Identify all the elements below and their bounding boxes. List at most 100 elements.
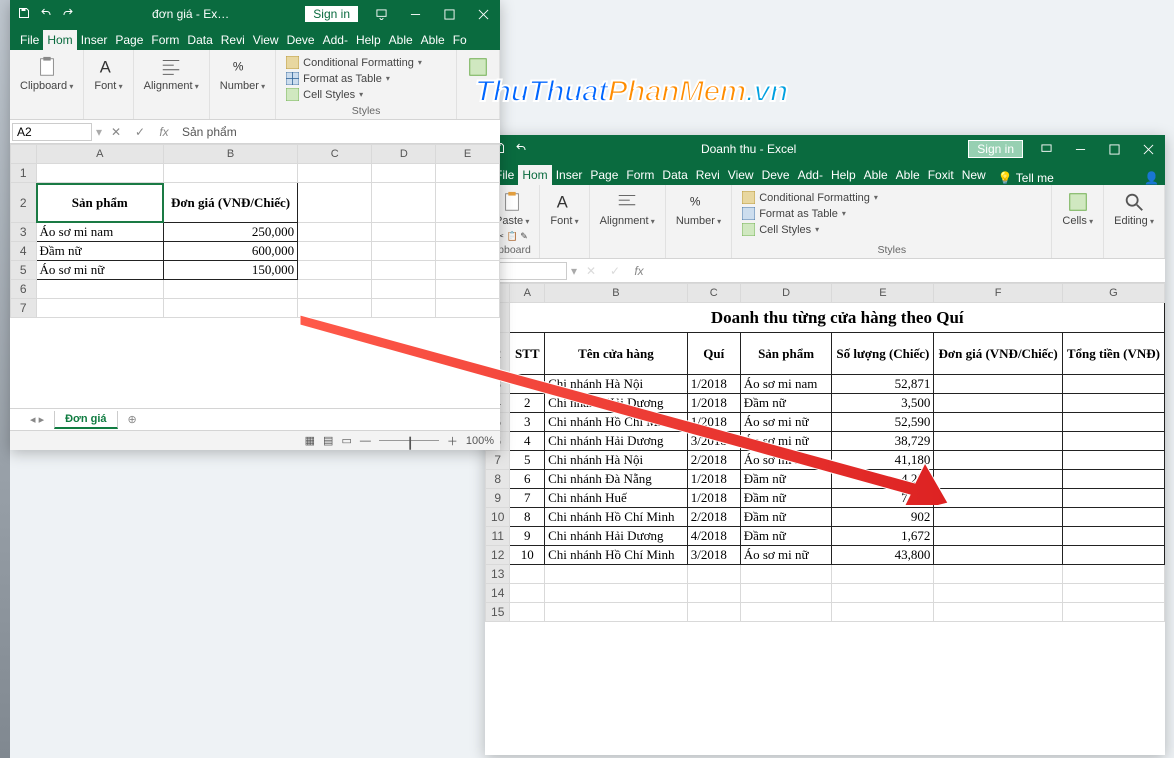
tab-inser[interactable]: Inser (77, 30, 112, 50)
sheet-tabs: ◂ ▸ Đơn giá ⊕ (10, 408, 500, 430)
tab-new[interactable]: New (958, 165, 990, 185)
ribbon-tabs: FileHomInserPageFormDataReviViewDeveAdd-… (10, 28, 500, 50)
tab-hom[interactable]: Hom (43, 30, 76, 50)
tab-fo[interactable]: Fo (449, 30, 471, 50)
col-header[interactable]: G (1062, 284, 1164, 303)
fx-icon[interactable]: fx (152, 122, 176, 142)
tab-revi[interactable]: Revi (692, 165, 724, 185)
minimize-icon[interactable] (1063, 135, 1097, 163)
cancel-fx-icon: ✕ (579, 261, 603, 281)
redo-icon[interactable] (62, 7, 74, 22)
excel-window-dongia: đơn giá - Ex… Sign in FileHomInserPageFo… (10, 0, 500, 450)
tab-add-[interactable]: Add- (794, 165, 827, 185)
signin-button[interactable]: Sign in (968, 140, 1023, 158)
name-box[interactable] (12, 123, 92, 141)
tab-data[interactable]: Data (658, 165, 691, 185)
col-header[interactable]: B (164, 145, 298, 164)
tab-revi[interactable]: Revi (217, 30, 249, 50)
save-icon[interactable] (18, 7, 30, 22)
close-icon[interactable] (466, 0, 500, 28)
font-button[interactable]: AFont (90, 54, 126, 94)
cells-button[interactable]: Cells (1058, 189, 1097, 229)
tab-data[interactable]: Data (183, 30, 216, 50)
col-header[interactable]: F (934, 284, 1063, 303)
row-header[interactable]: 1 (11, 164, 37, 183)
col-header[interactable]: E (436, 145, 500, 164)
tab-inser[interactable]: Inser (552, 165, 587, 185)
tab-hom[interactable]: Hom (518, 165, 551, 185)
clipboard-button[interactable]: Clipboard (16, 54, 77, 94)
formula-input[interactable] (651, 270, 1165, 272)
titlebar[interactable]: Doanh thu - Excel Sign in (485, 135, 1165, 163)
col-header[interactable]: B (545, 284, 688, 303)
tab-view[interactable]: View (249, 30, 283, 50)
cells-button[interactable] (463, 54, 493, 80)
decorative-left-strip (0, 0, 10, 758)
svg-text:A: A (556, 194, 567, 212)
conditional-formatting-button[interactable]: Conditional Formatting (742, 191, 878, 204)
fx-icon[interactable]: fx (627, 261, 651, 281)
signin-button[interactable]: Sign in (305, 6, 358, 22)
tab-file[interactable]: File (16, 30, 43, 50)
undo-icon[interactable] (40, 7, 52, 22)
tab-help[interactable]: Help (827, 165, 860, 185)
alignment-button[interactable]: Alignment (596, 189, 659, 229)
col-header[interactable]: D (372, 145, 436, 164)
tab-form[interactable]: Form (622, 165, 658, 185)
add-sheet-icon[interactable]: ⊕ (120, 411, 145, 428)
tab-able[interactable]: Able (385, 30, 417, 50)
close-icon[interactable] (1131, 135, 1165, 163)
formula-bar: ▾ ✕ ✓ fx Sản phẩm (10, 120, 500, 144)
col-header[interactable]: A (36, 145, 164, 164)
tab-add-[interactable]: Add- (319, 30, 352, 50)
tab-foxit[interactable]: Foxit (924, 165, 958, 185)
tab-deve[interactable]: Deve (758, 165, 794, 185)
col-header[interactable]: E (832, 284, 934, 303)
editing-button[interactable]: Editing (1110, 189, 1158, 229)
sheet-tab-dongia[interactable]: Đơn giá (54, 411, 117, 429)
zoom-level[interactable]: 100% (466, 435, 494, 447)
view-break-icon[interactable]: ▭ (341, 434, 351, 447)
cell-styles-button[interactable]: Cell Styles (742, 223, 819, 236)
tab-form[interactable]: Form (147, 30, 183, 50)
alignment-button[interactable]: Alignment (140, 54, 203, 94)
tellme[interactable]: 💡 Tell me (998, 171, 1054, 185)
tab-able[interactable]: Able (860, 165, 892, 185)
tab-help[interactable]: Help (352, 30, 385, 50)
view-page-icon[interactable]: ▤ (323, 434, 333, 447)
ribbon-options-icon[interactable] (364, 0, 398, 28)
conditional-formatting-button[interactable]: Conditional Formatting (286, 56, 422, 69)
minimize-icon[interactable] (398, 0, 432, 28)
tab-able[interactable]: Able (417, 30, 449, 50)
undo-icon[interactable] (515, 142, 527, 157)
ribbon-options-icon[interactable] (1029, 135, 1063, 163)
font-button[interactable]: AFont (546, 189, 582, 229)
format-as-table-button[interactable]: Format as Table (286, 72, 390, 85)
view-normal-icon[interactable]: ▦ (305, 434, 315, 447)
tab-able[interactable]: Able (892, 165, 924, 185)
col-header[interactable]: C (298, 145, 372, 164)
number-button[interactable]: %Number (216, 54, 269, 94)
titlebar[interactable]: đơn giá - Ex… Sign in (10, 0, 500, 28)
share-icon[interactable]: 👤 (1144, 171, 1159, 185)
enter-fx-icon[interactable]: ✓ (128, 122, 152, 142)
maximize-icon[interactable] (432, 0, 466, 28)
maximize-icon[interactable] (1097, 135, 1131, 163)
formula-input[interactable]: Sản phẩm (176, 124, 500, 140)
number-button[interactable]: %Number (672, 189, 725, 229)
col-header[interactable]: D (740, 284, 832, 303)
cancel-fx-icon[interactable]: ✕ (104, 122, 128, 142)
tab-page[interactable]: Page (586, 165, 622, 185)
watermark-logo: ThuThuatPhanMem.vn (475, 75, 788, 109)
enter-fx-icon: ✓ (603, 261, 627, 281)
ribbon: Clipboard AFont Alignment %Number Condit… (10, 50, 500, 120)
col-header[interactable]: C (687, 284, 740, 303)
col-header[interactable]: A (510, 284, 545, 303)
tab-page[interactable]: Page (111, 30, 147, 50)
format-as-table-button[interactable]: Format as Table (742, 207, 846, 220)
spreadsheet-grid[interactable]: ABCDE12Sản phẩmĐơn giá (VNĐ/Chiếc)3Áo sơ… (10, 144, 500, 408)
spreadsheet-grid[interactable]: ABCDEFGDoanh thu từng cửa hàng theo Quí2… (485, 283, 1165, 755)
tab-deve[interactable]: Deve (283, 30, 319, 50)
cell-styles-button[interactable]: Cell Styles (286, 88, 363, 101)
tab-view[interactable]: View (724, 165, 758, 185)
